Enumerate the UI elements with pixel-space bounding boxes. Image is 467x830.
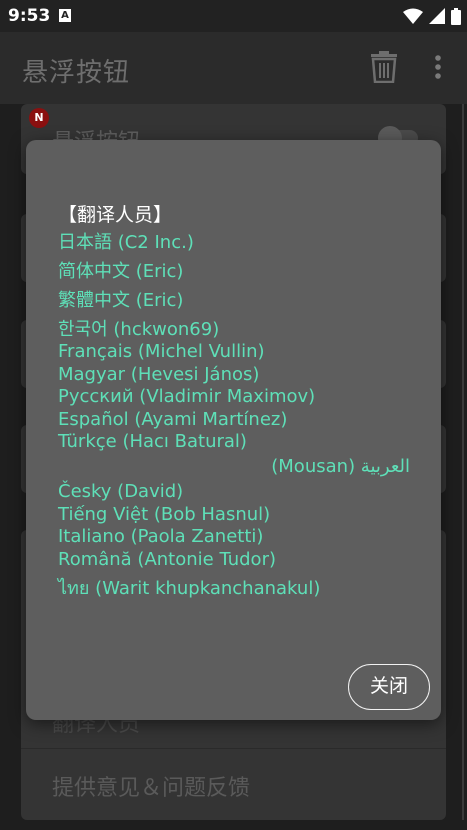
edge-line [462,104,464,820]
translator-line: العربية (Mousan) [271,456,410,477]
translator-line: 繁體中文 (Eric) [58,290,184,311]
translator-line: Tiếng Việt (Bob Hasnul) [58,504,271,525]
translator-line: 日本語 (C2 Inc.) [58,232,194,253]
divider [21,748,446,749]
translator-line: Italiano (Paola Zanetti) [58,526,264,547]
more-options-button[interactable] [428,52,448,84]
battery-icon [451,7,461,25]
translator-line: 한국어 (hckwon69) [58,319,220,340]
translator-line: Magyar (Hevesi János) [58,364,260,385]
translator-line: Español (Ayami Martínez) [58,409,288,430]
signal-icon [429,8,445,24]
close-button[interactable]: 关闭 [348,664,430,710]
translators-dialog [26,140,441,720]
app-title: 悬浮按钮 [22,58,131,88]
feedback-item-label[interactable]: 提供意见＆问题反馈 [52,770,250,802]
translator-line: Türkçe (Hacı Batural) [58,431,247,452]
status-bar: 9:53 A [0,0,467,32]
translator-line: Русский (Vladimir Maximov) [58,386,316,407]
delete-button[interactable] [370,51,398,84]
app-bar: 悬浮按钮 [0,32,467,104]
dialog-title: 【翻译人员】 [58,204,173,226]
translator-line: Français (Michel Vullin) [58,341,265,362]
trash-icon [371,51,397,84]
more-vert-icon [435,55,441,79]
status-time: 9:53 [8,6,51,26]
translator-line: Română (Antonie Tudor) [58,549,276,570]
new-badge: N [29,108,49,128]
translator-line: 简体中文 (Eric) [58,261,184,282]
status-icons [403,7,461,25]
wifi-icon [403,8,423,24]
translator-line: ไทย (Warit khupkanchanakul) [58,578,321,599]
notification-a-icon: A [59,9,71,22]
translator-line: Česky (David) [58,481,184,502]
